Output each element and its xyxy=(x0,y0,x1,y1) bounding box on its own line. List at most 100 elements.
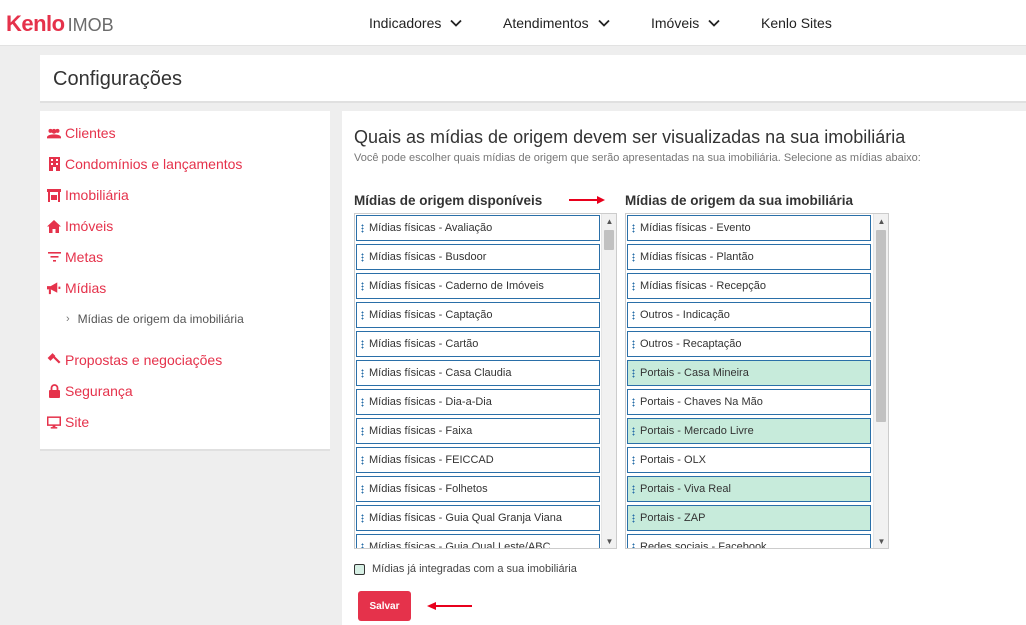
list-item[interactable]: Mídias físicas - Cartão xyxy=(356,331,600,357)
scroll-down-arrow-icon[interactable]: ▼ xyxy=(602,534,616,548)
list-item[interactable]: Mídias físicas - Recepção xyxy=(627,273,871,299)
chevron-down-icon xyxy=(450,19,463,27)
list-item[interactable]: Mídias físicas - Guia Qual Leste/ABC xyxy=(356,534,600,549)
drag-handle-icon[interactable] xyxy=(632,369,635,378)
list-item-label: Portais - Mercado Livre xyxy=(640,425,754,437)
list-item[interactable]: Outros - Recaptação xyxy=(627,331,871,357)
scroll-down-arrow-icon[interactable]: ▼ xyxy=(874,534,888,548)
page-title: Configurações xyxy=(53,68,182,90)
list-item[interactable]: Mídias físicas - Busdoor xyxy=(356,244,600,270)
drag-handle-icon[interactable] xyxy=(632,224,635,233)
nav-label: Atendimentos xyxy=(503,15,589,31)
list-item[interactable]: Portais - OLX xyxy=(627,447,871,473)
available-list-scrollbar[interactable]: ▲ ▼ xyxy=(601,214,616,548)
agency-list-scrollbar[interactable]: ▲ ▼ xyxy=(873,214,888,548)
drag-handle-icon[interactable] xyxy=(632,282,635,291)
drag-handle-icon[interactable] xyxy=(361,311,364,320)
sidebar-item-clientes[interactable]: Clientes xyxy=(47,125,116,141)
list-item-label: Mídias físicas - Guia Qual Granja Viana xyxy=(369,512,562,524)
save-button[interactable]: Salvar xyxy=(358,591,411,621)
list-item[interactable]: Mídias físicas - Plantão xyxy=(627,244,871,270)
list-item-label: Portais - Casa Mineira xyxy=(640,367,749,379)
drag-handle-icon[interactable] xyxy=(361,398,364,407)
drag-handle-icon[interactable] xyxy=(361,340,364,349)
drag-handle-icon[interactable] xyxy=(361,224,364,233)
list-item[interactable]: Mídias físicas - Faixa xyxy=(356,418,600,444)
list-item[interactable]: Portais - Mercado Livre xyxy=(627,418,871,444)
sidebar-item-metas[interactable]: Metas xyxy=(47,249,103,265)
drag-handle-icon[interactable] xyxy=(361,253,364,262)
scroll-up-arrow-icon[interactable]: ▲ xyxy=(874,214,888,228)
sidebar-item-propostas[interactable]: Propostas e negociações xyxy=(47,352,222,368)
drag-handle-icon[interactable] xyxy=(632,398,635,407)
list-item[interactable]: Mídias físicas - Dia-a-Dia xyxy=(356,389,600,415)
list-item[interactable]: Portais - Viva Real xyxy=(627,476,871,502)
list-item[interactable]: Portais - Chaves Na Mão xyxy=(627,389,871,415)
drag-handle-icon[interactable] xyxy=(632,311,635,320)
drag-handle-icon[interactable] xyxy=(632,427,635,436)
list-item[interactable]: Mídias físicas - Caderno de Imóveis xyxy=(356,273,600,299)
list-item-label: Portais - OLX xyxy=(640,454,707,466)
nav-label: Indicadores xyxy=(369,15,442,31)
list-item[interactable]: Mídias físicas - Captação xyxy=(356,302,600,328)
sidebar-item-imobiliaria[interactable]: Imobiliária xyxy=(47,187,129,203)
integrated-media-checkbox[interactable] xyxy=(354,563,365,575)
chevron-down-icon xyxy=(597,19,610,27)
list-item[interactable]: Outros - Indicação xyxy=(627,302,871,328)
list-item-label: Outros - Indicação xyxy=(640,309,730,321)
chevron-right-icon: › xyxy=(66,313,70,325)
drag-handle-icon[interactable] xyxy=(361,456,364,465)
scroll-up-arrow-icon[interactable]: ▲ xyxy=(602,214,616,228)
drag-handle-icon[interactable] xyxy=(361,369,364,378)
list-item[interactable]: Portais - ZAP xyxy=(627,505,871,531)
list-item[interactable]: Mídias físicas - FEICCAD xyxy=(356,447,600,473)
nav-kenlo-sites[interactable]: Kenlo Sites xyxy=(761,15,832,31)
drag-handle-icon[interactable] xyxy=(361,282,364,291)
drag-handle-icon[interactable] xyxy=(632,485,635,494)
available-list-title: Mídias de origem disponíveis xyxy=(354,193,543,208)
annotation-arrow-right xyxy=(569,196,605,204)
drag-handle-icon[interactable] xyxy=(632,253,635,262)
integrated-media-filter[interactable]: Mídias já integradas com a sua imobiliár… xyxy=(354,563,577,575)
sidebar-item-midias[interactable]: Mídias xyxy=(47,280,106,296)
drag-handle-icon[interactable] xyxy=(632,514,635,523)
list-item[interactable]: Redes sociais - Facebook xyxy=(627,534,871,548)
sidebar-item-seguranca[interactable]: Segurança xyxy=(47,383,133,399)
sidebar-item-condominios[interactable]: Condomínios e lançamentos xyxy=(47,156,242,172)
nav-atendimentos[interactable]: Atendimentos xyxy=(503,15,611,31)
nav-imoveis[interactable]: Imóveis xyxy=(651,15,721,31)
list-item[interactable]: Mídias físicas - Casa Claudia xyxy=(356,360,600,386)
drag-handle-icon[interactable] xyxy=(632,340,635,349)
drag-handle-icon[interactable] xyxy=(361,514,364,523)
section-description: Você pode escolher quais mídias de orige… xyxy=(354,152,921,164)
checkbox-label: Mídias já integradas com a sua imobiliár… xyxy=(372,563,577,575)
sidebar-item-imoveis[interactable]: Imóveis xyxy=(47,218,113,234)
sidebar-item-site[interactable]: Site xyxy=(47,414,89,430)
drag-handle-icon[interactable] xyxy=(361,485,364,494)
list-item[interactable]: Portais - Casa Mineira xyxy=(627,360,871,386)
sidebar-item-label: Segurança xyxy=(65,383,133,399)
drag-handle-icon[interactable] xyxy=(632,456,635,465)
annotation-arrow-left xyxy=(427,602,472,610)
list-item[interactable]: Mídias físicas - Avaliação xyxy=(356,215,600,241)
drag-handle-icon[interactable] xyxy=(361,543,364,548)
drag-handle-icon[interactable] xyxy=(361,427,364,436)
available-media-list[interactable]: Mídias físicas - Avaliação Mídias físicas… xyxy=(354,213,617,549)
drag-handle-icon[interactable] xyxy=(632,543,635,548)
scroll-thumb[interactable] xyxy=(604,230,614,250)
sidebar-item-label: Clientes xyxy=(65,125,116,141)
sidebar-item-label: Mídias xyxy=(65,280,107,296)
nav-indicadores[interactable]: Indicadores xyxy=(369,15,463,31)
list-item-label: Mídias físicas - Guia Qual Leste/ABC xyxy=(369,541,551,549)
sidebar-subitem-midias-de-origem[interactable]: › Mídias de origem da imobiliária xyxy=(66,312,244,326)
megaphone-icon xyxy=(47,281,61,295)
scroll-thumb[interactable] xyxy=(876,230,886,422)
list-item[interactable]: Mídias físicas - Folhetos xyxy=(356,476,600,502)
list-item[interactable]: Mídias físicas - Guia Qual Granja Viana xyxy=(356,505,600,531)
page-header: Configurações xyxy=(40,55,1026,103)
agency-media-list[interactable]: Mídias físicas - Evento Mídias físicas - … xyxy=(625,213,889,549)
list-item[interactable]: Mídias físicas - Evento xyxy=(627,215,871,241)
sidebar-item-label: Imóveis xyxy=(65,218,114,234)
kenlo-imob-logo[interactable]: Kenlo IMOB xyxy=(6,11,114,36)
monitor-icon xyxy=(47,415,61,429)
